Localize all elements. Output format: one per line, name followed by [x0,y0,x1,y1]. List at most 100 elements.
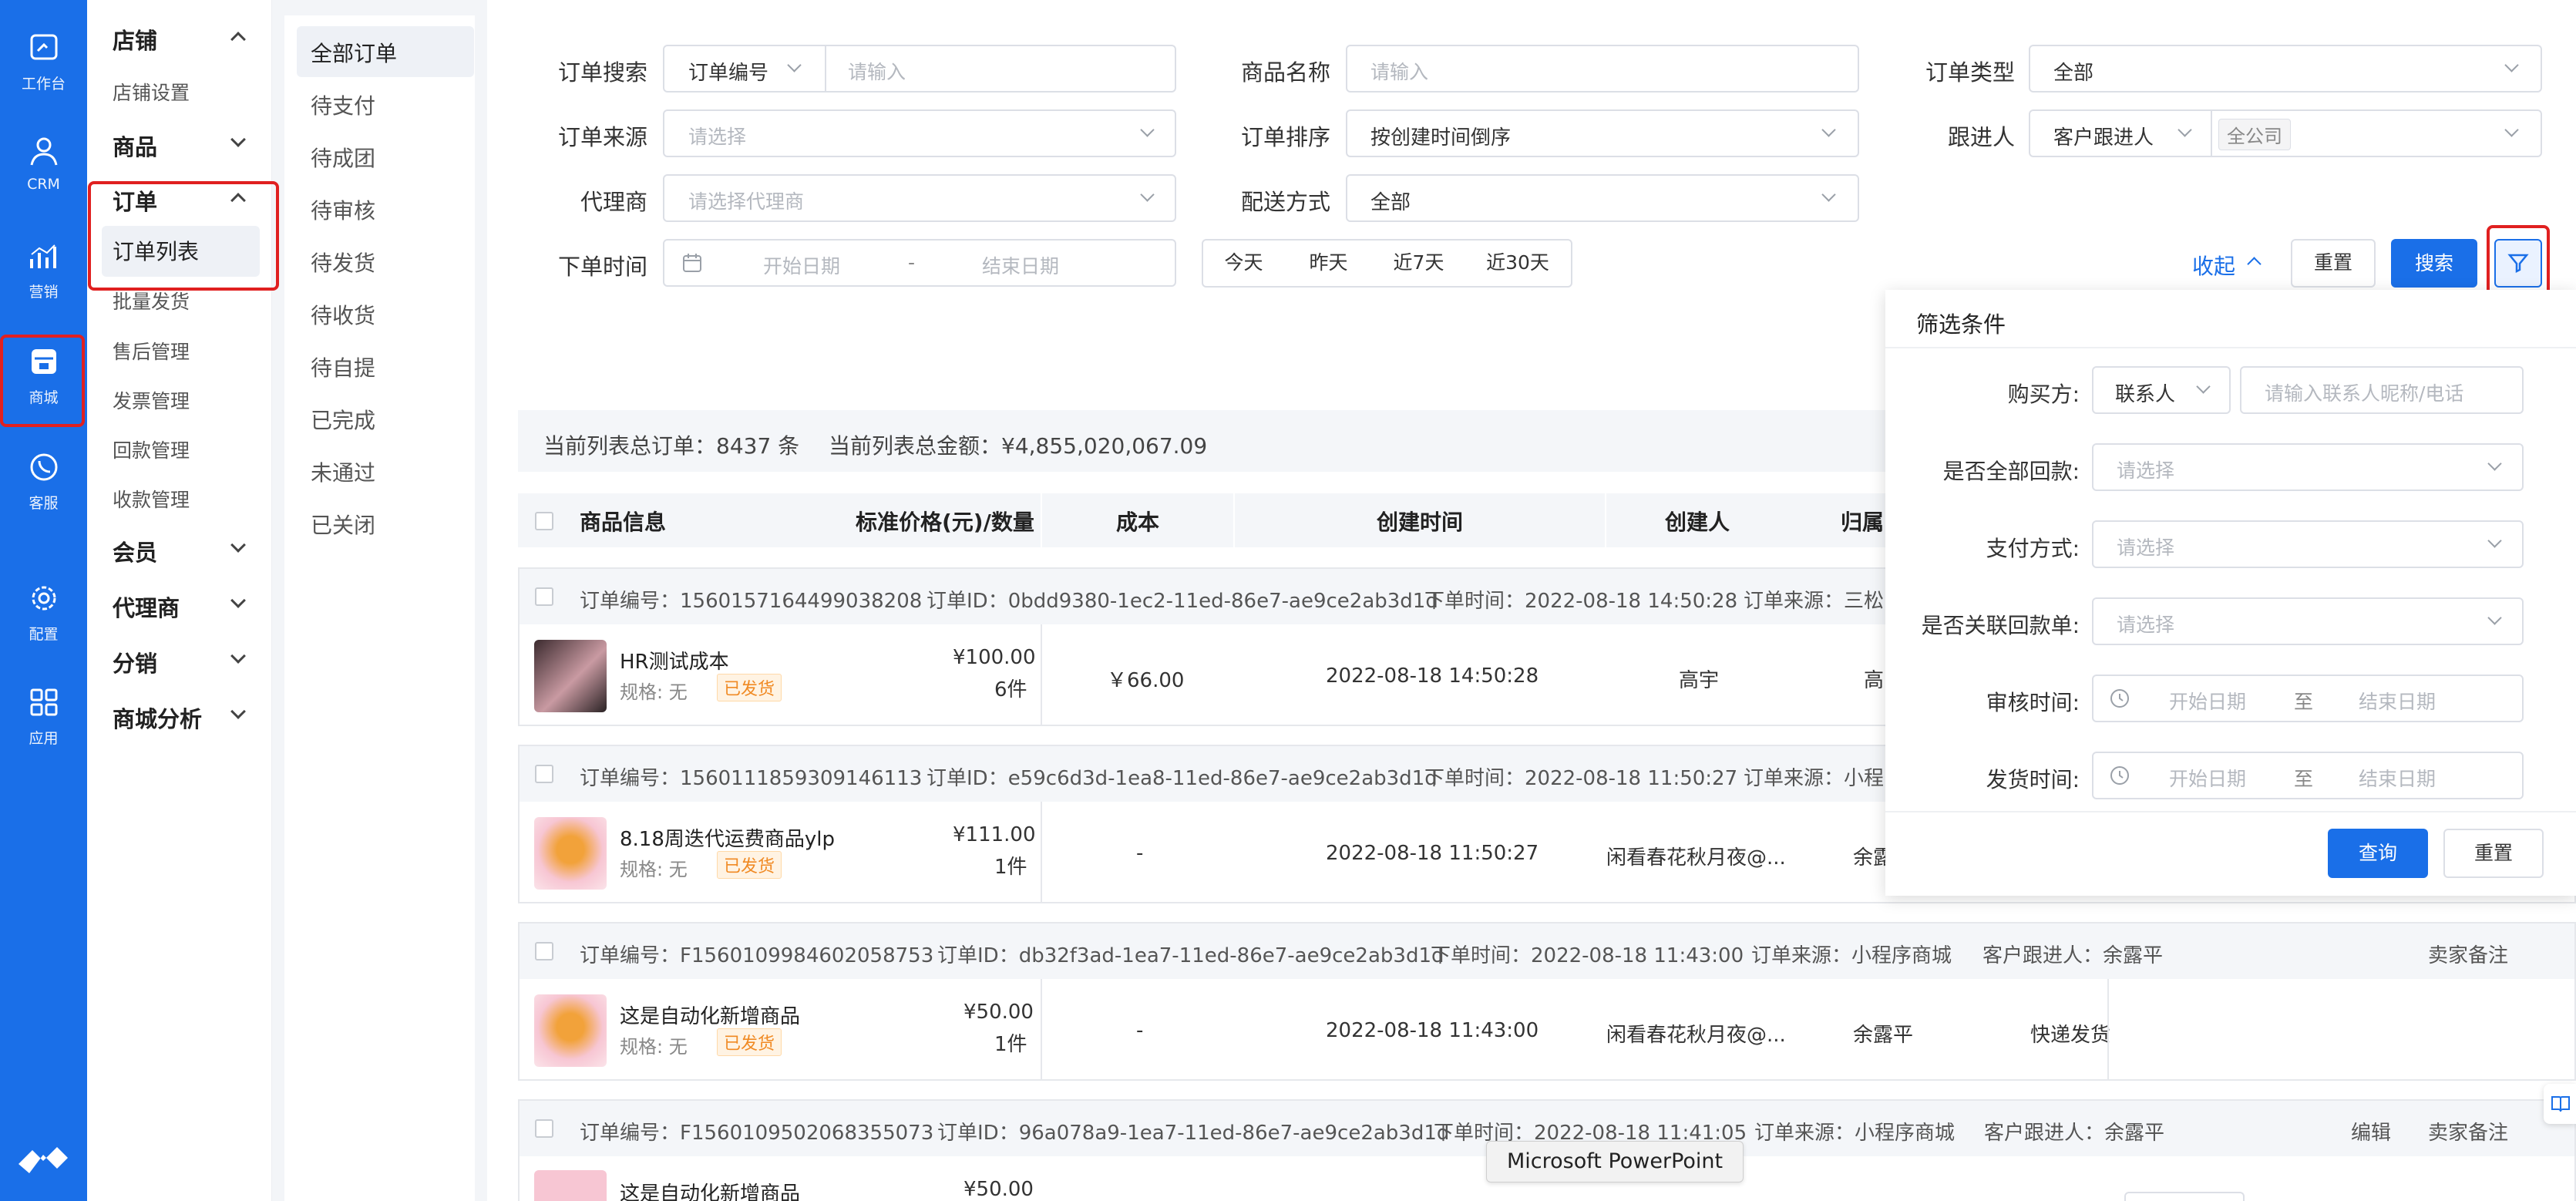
quick-30days-button[interactable]: 近30天 [1465,239,1572,288]
delivery-value: 全部 [1370,191,1411,214]
order-checkbox[interactable] [535,942,553,960]
creator: 闲看春花秋月夜@... [1606,846,1786,870]
order-time-end[interactable]: 结束日期 [982,251,1059,279]
edit-link[interactable]: 编辑 [2351,1117,2391,1145]
order-search-type-select[interactable]: 订单编号 [688,57,768,86]
order-checkbox[interactable] [535,1119,553,1138]
divider [2211,111,2212,156]
calendar-icon [683,254,701,272]
product-name[interactable]: HR测试成本 [620,646,729,675]
follower-type-select[interactable]: 客户跟进人 [2053,122,2154,150]
popup-reset-button[interactable]: 重置 [2443,829,2544,878]
collapse-toggle[interactable]: 收起 [2192,250,2235,281]
nav-group-goods[interactable]: 商品 [113,130,157,162]
nav-label: 应用 [29,730,59,747]
nav-group-distribution[interactable]: 分销 [113,646,157,678]
help-book-button[interactable] [2544,1084,2576,1124]
product-name[interactable]: 这是自动化新增商品 [620,1178,800,1201]
product-thumbnail[interactable] [534,817,607,890]
follower-scope-tag[interactable]: 全公司 [2218,119,2291,150]
tab-pending-ship[interactable]: 待发货 [311,247,375,278]
nav-item-shop-settings[interactable]: 店铺设置 [113,78,190,106]
ship-time-end[interactable]: 结束日期 [2359,764,2436,792]
select-all-checkbox[interactable] [535,512,553,530]
order-type-select[interactable] [2029,45,2542,93]
nav-crm[interactable]: CRM [0,133,87,193]
order-number-link[interactable]: 订单编号：1560111859309146113 [580,762,922,791]
product-thumbnail[interactable] [534,1170,607,1201]
summary-total-orders: 当前列表总订单：8437 条 [543,433,800,459]
row-action-button-partial[interactable] [2124,1192,2245,1201]
label-linked-payment: 是否关联回款单: [1921,613,2080,638]
pay-method-placeholder: 请选择 [2117,537,2175,559]
label-audit-time: 审核时间: [1986,690,2080,715]
nav-dashboard[interactable]: 工作台 [0,29,87,93]
tab-all-orders[interactable]: 全部订单 [311,37,397,68]
nav-service[interactable]: 客服 [0,449,87,513]
tab-pending-pickup[interactable]: 待自提 [311,352,375,382]
order-checkbox[interactable] [535,765,553,783]
delivery-select[interactable] [1346,174,1859,222]
nav-group-shop[interactable]: 店铺 [113,23,157,56]
nav-apps[interactable]: 应用 [0,684,87,748]
quantity: 1件 [994,856,1027,879]
seller-remark-link[interactable]: 卖家备注 [2428,1117,2508,1145]
order-number-link[interactable]: 订单编号：F1560109502068355073 [580,1117,933,1145]
product-thumbnail[interactable] [534,994,607,1067]
product-name[interactable]: 8.18周迭代运费商品ylp [620,823,835,852]
tab-pending-group[interactable]: 待成团 [311,142,375,173]
clock-icon [2110,766,2129,785]
divider [1041,979,1042,1079]
nav-item-batch-ship[interactable]: 批量发货 [113,287,190,315]
nav-item-after-sale[interactable]: 售后管理 [113,337,190,365]
order-time-range[interactable] [663,239,1176,287]
tab-closed[interactable]: 已关闭 [311,509,375,540]
nav-item-receipt[interactable]: 收款管理 [113,485,190,513]
created-time: 2022-08-18 11:50:27 [1326,842,1539,865]
order-id: 订单ID：e59c6d3d-1ea8-11ed-86e7-ae9ce2ab3d1… [926,767,1438,790]
audit-time-end[interactable]: 结束日期 [2359,687,2436,715]
product-thumbnail[interactable] [534,640,607,712]
label-follower: 跟进人 [1947,124,2015,150]
tab-pending-receive[interactable]: 待收货 [311,299,375,330]
nav-group-agent[interactable]: 代理商 [113,590,180,623]
quantity: 1件 [994,1033,1027,1056]
nav-marketing[interactable]: 营销 [0,237,87,301]
gear-icon [32,586,55,611]
order-search-input[interactable]: 请输入 [848,57,906,85]
tab-rejected[interactable]: 未通过 [311,456,375,487]
nav-item-payment-back[interactable]: 回款管理 [113,436,190,463]
quick-7days-button[interactable]: 近7天 [1373,239,1466,288]
nav-group-analytics[interactable]: 商城分析 [113,701,202,734]
price: ¥111.00 [953,823,1036,846]
popup-query-button[interactable]: 查询 [2328,829,2428,878]
cost: - [1136,842,1144,865]
reset-button[interactable]: 重置 [2291,239,2376,288]
order-checkbox[interactable] [535,587,553,606]
tab-completed[interactable]: 已完成 [311,404,375,435]
order-number-link[interactable]: 订单编号：1560157164499038208 [580,585,922,614]
tab-pending-review[interactable]: 待审核 [311,194,375,225]
creator: 高宇 [1679,669,1720,692]
audit-time-start[interactable]: 开始日期 [2169,687,2246,715]
status-badge: 已发货 [717,1028,782,1056]
label-pay-method: 支付方式: [1986,536,2080,561]
nav-group-member[interactable]: 会员 [113,535,157,567]
search-button[interactable]: 搜索 [2391,239,2477,288]
nav-item-invoice[interactable]: 发票管理 [113,386,190,414]
order-number-link[interactable]: 订单编号：F1560109984602058753 [580,940,933,968]
tab-pending-payment[interactable]: 待支付 [311,89,375,120]
seller-remark-link[interactable]: 卖家备注 [2428,940,2508,968]
order-time-start[interactable]: 开始日期 [763,251,840,279]
status-tab-column [284,15,475,1201]
quick-today-button[interactable]: 今天 [1202,239,1286,288]
divider [1885,811,2576,812]
status-badge: 已发货 [717,674,782,701]
label-order-type: 订单类型 [1925,59,2015,86]
product-name[interactable]: 这是自动化新增商品 [620,1001,800,1029]
quick-yesterday-button[interactable]: 昨天 [1284,239,1374,288]
cost: - [1136,1019,1144,1042]
full-payment-placeholder: 请选择 [2117,459,2175,482]
ship-time-start[interactable]: 开始日期 [2169,764,2246,792]
nav-config[interactable]: 配置 [0,580,87,644]
